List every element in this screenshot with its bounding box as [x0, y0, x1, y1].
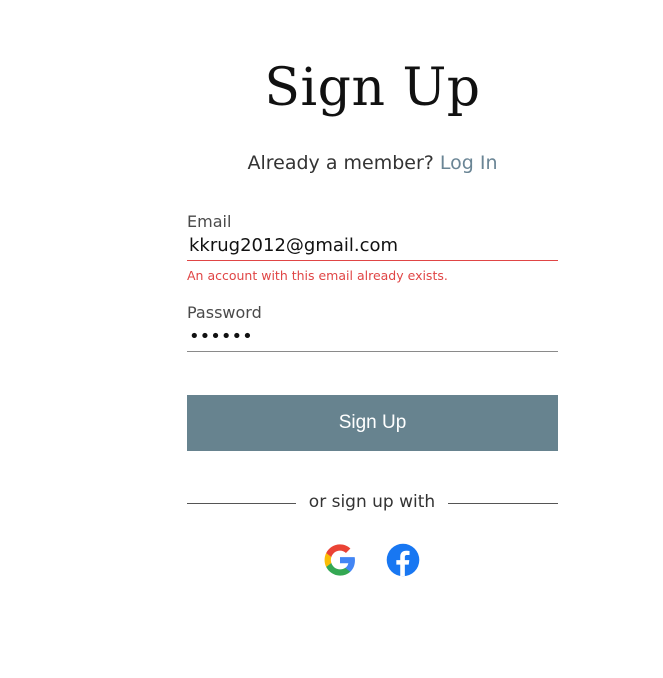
sign-up-button[interactable]: Sign Up [187, 395, 558, 451]
login-link[interactable]: Log In [440, 152, 498, 174]
member-prompt: Already a member? Log In [0, 152, 663, 174]
email-field[interactable] [187, 231, 558, 261]
divider-right [448, 503, 558, 504]
signup-page: Sign Up Already a member? Log In Email A… [0, 0, 663, 678]
email-label: Email [187, 212, 232, 231]
facebook-signup-button[interactable] [386, 543, 420, 577]
google-icon [324, 544, 355, 576]
google-signup-button[interactable] [323, 543, 357, 577]
password-label: Password [187, 303, 262, 322]
password-field[interactable] [187, 322, 558, 352]
divider-left [187, 503, 296, 504]
facebook-icon [386, 543, 420, 577]
email-error-message: An account with this email already exist… [187, 268, 448, 283]
divider-text: or sign up with [308, 492, 436, 512]
member-prompt-text: Already a member? [247, 152, 434, 174]
page-title: Sign Up [264, 58, 481, 118]
